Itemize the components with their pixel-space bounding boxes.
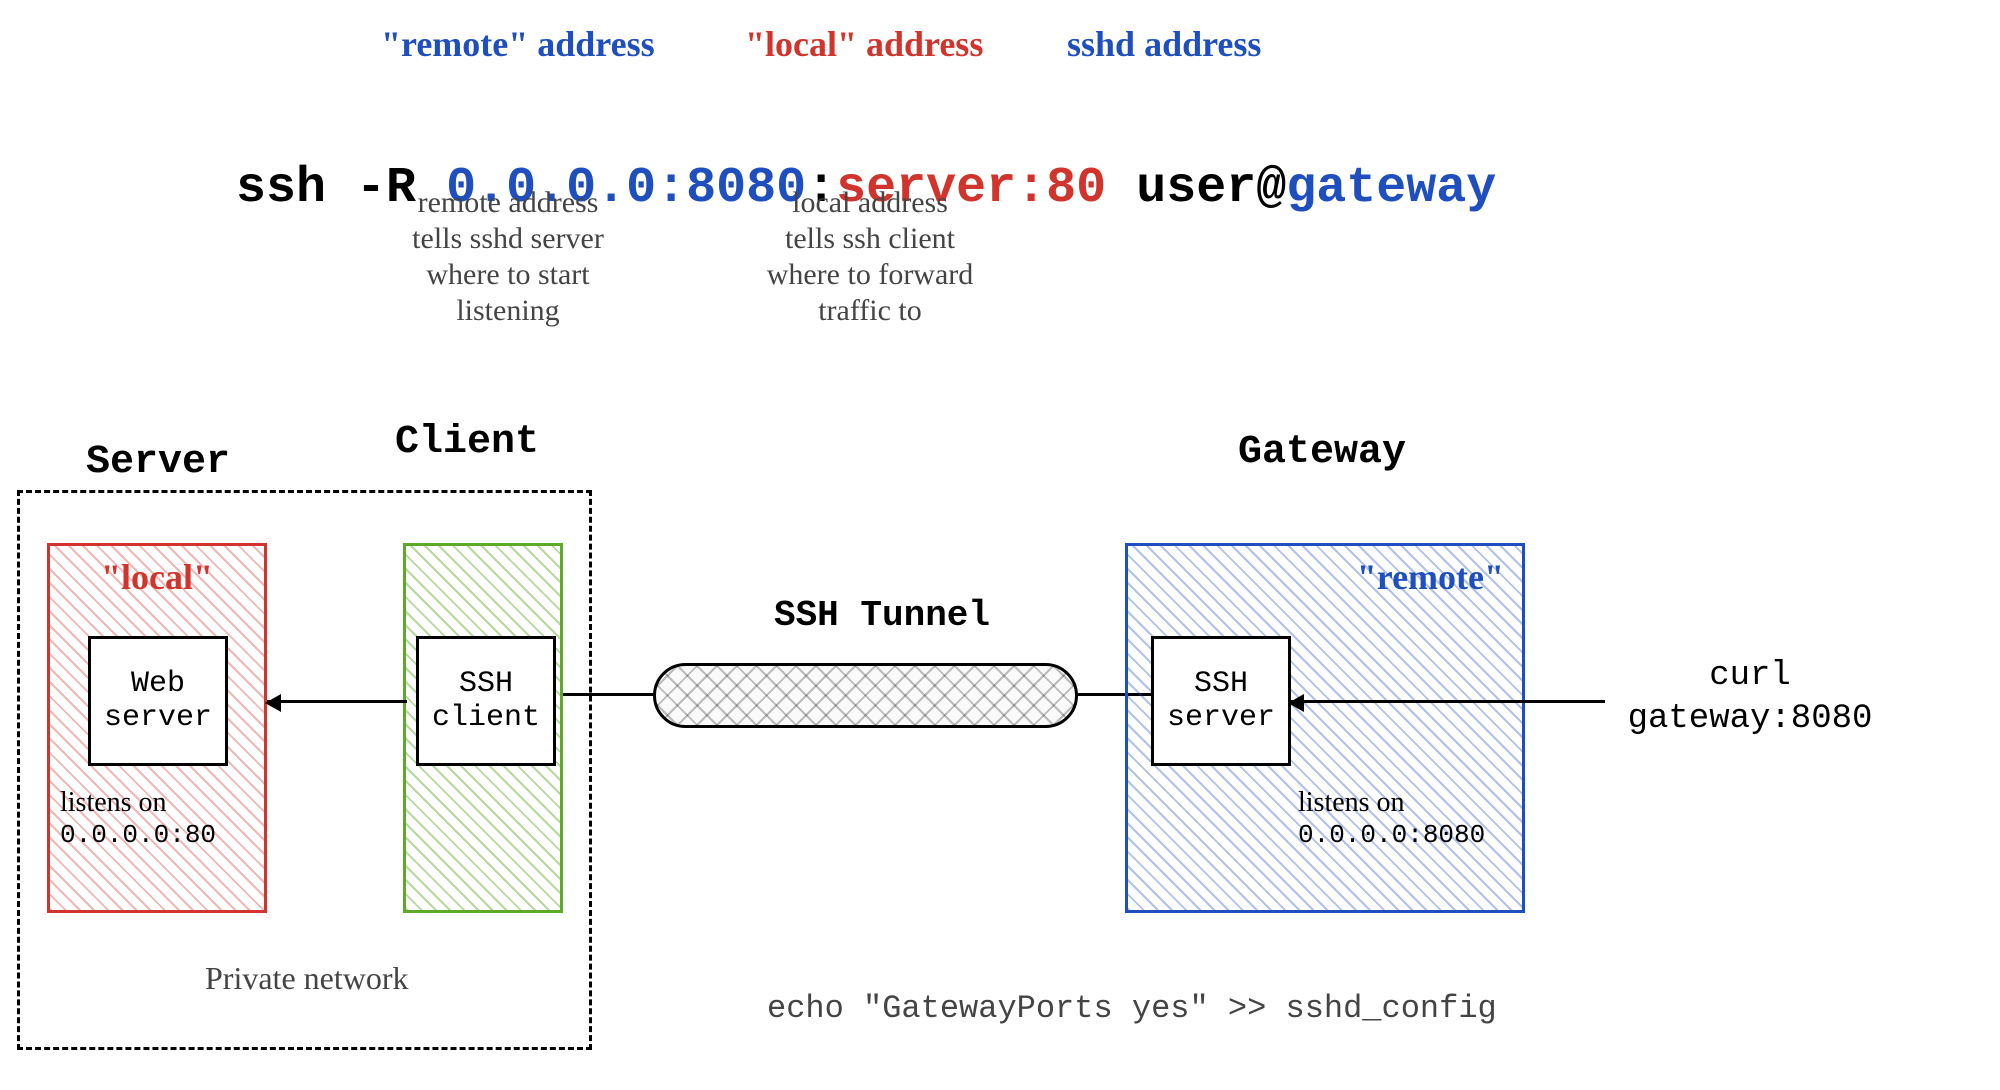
ssh-label: SSH xyxy=(1167,667,1275,702)
server-listens: listens on 0.0.0.0:80 xyxy=(60,786,216,851)
web-server-box: Web server xyxy=(88,636,228,766)
server-box: "local" Web server listens on 0.0.0.0:80 xyxy=(47,543,267,913)
arrow-client-to-server xyxy=(267,700,407,703)
listens-line: listens on xyxy=(60,786,216,820)
label-sshd: sshd address xyxy=(1067,23,1261,65)
gateway-box: "remote" SSH server listens on 0.0.0.0:8… xyxy=(1125,543,1525,913)
gateway-remote-label: "remote" xyxy=(1357,556,1504,598)
note-line: local address xyxy=(720,185,1020,221)
web-label: server xyxy=(104,701,212,736)
ssh-tunnel xyxy=(653,663,1078,728)
listens-line: 0.0.0.0:80 xyxy=(60,820,216,851)
arrow-curl-to-ssh xyxy=(1290,700,1535,703)
note-remote: remote address tells sshd server where t… xyxy=(353,185,663,329)
note-line: tells ssh client xyxy=(720,221,1020,257)
label-local: "local" address xyxy=(745,23,983,65)
tunnel-line-left xyxy=(563,693,653,696)
ssh-label: SSH xyxy=(432,667,540,702)
note-local: local address tells ssh client where to … xyxy=(720,185,1020,329)
note-line: traffic to xyxy=(720,293,1020,329)
note-line: where to forward xyxy=(720,257,1020,293)
title-server: Server xyxy=(86,440,230,485)
gateway-listens: listens on 0.0.0.0:8080 xyxy=(1298,786,1485,851)
listens-line: 0.0.0.0:8080 xyxy=(1298,820,1485,851)
title-client: Client xyxy=(395,420,539,465)
title-gateway: Gateway xyxy=(1238,430,1406,475)
arrow-curl-ext xyxy=(1525,700,1605,703)
ssh-label: server xyxy=(1167,701,1275,736)
echo-command: echo "GatewayPorts yes" >> sshd_config xyxy=(767,990,1497,1027)
label-remote: "remote" address xyxy=(381,23,655,65)
cmd-user: user@ xyxy=(1106,160,1286,217)
curl-line: gateway:8080 xyxy=(1595,698,1905,741)
note-line: listening xyxy=(353,293,663,329)
ssh-label: client xyxy=(432,701,540,736)
curl-command: curl gateway:8080 xyxy=(1595,655,1905,740)
curl-line: curl xyxy=(1595,655,1905,698)
ssh-client-box: SSH client xyxy=(416,636,556,766)
tunnel-label: SSH Tunnel xyxy=(697,595,1067,636)
note-line: tells sshd server xyxy=(353,221,663,257)
private-network-label: Private network xyxy=(205,960,409,997)
listens-line: listens on xyxy=(1298,786,1485,820)
cmd-gateway: gateway xyxy=(1286,160,1496,217)
web-label: Web xyxy=(104,667,212,702)
client-box: SSH client xyxy=(403,543,563,913)
ssh-server-box: SSH server xyxy=(1151,636,1291,766)
note-line: remote address xyxy=(353,185,663,221)
note-line: where to start xyxy=(353,257,663,293)
server-local-label: "local" xyxy=(50,556,264,598)
